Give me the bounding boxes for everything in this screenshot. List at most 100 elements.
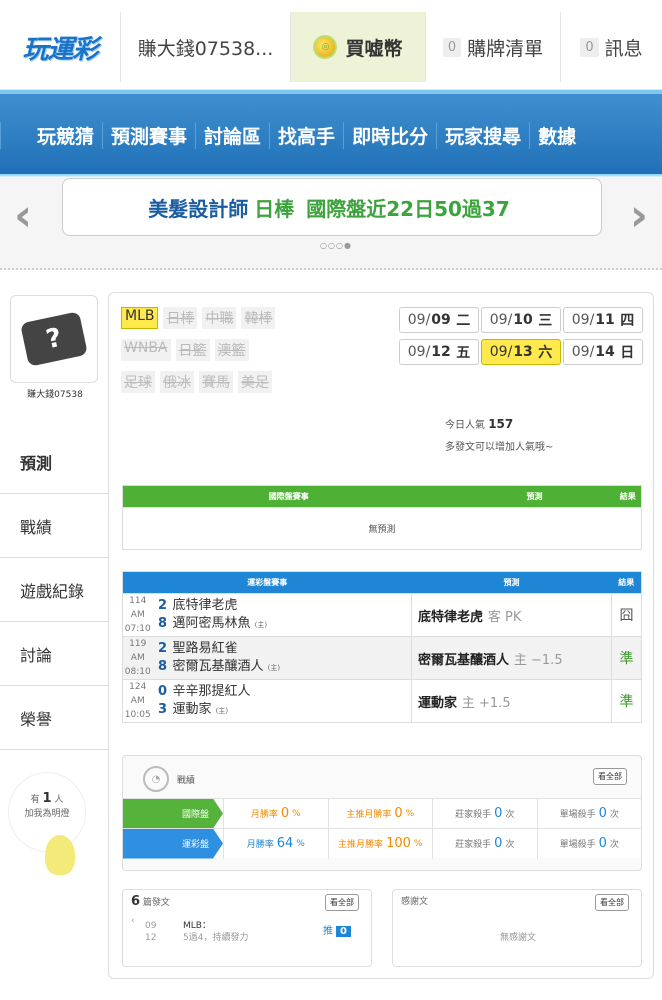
tag-wnba[interactable]: WNBA [121,339,171,361]
thanks-empty: 無感謝文 [499,933,536,943]
stat-unit: 次 [609,840,619,850]
tag-horse[interactable]: 賽馬 [199,371,233,393]
tag-khl[interactable]: 俄冰 [160,371,194,393]
nav-item-data[interactable]: 數據 [529,122,584,149]
tag-cpbl[interactable]: 中職 [202,307,237,329]
posts-view-all-button[interactable]: 看全部 [325,894,359,911]
sidebar-item-discuss[interactable]: 討論 [0,622,110,686]
unknown-avatar-icon: ? [20,311,88,367]
next-arrow-icon[interactable]: › [630,190,648,241]
date-prefix: 09/ [571,344,595,360]
date-item[interactable]: 09/09 二 [399,307,479,333]
date-item[interactable]: 09/12 五 [399,339,479,365]
table-row[interactable]: 124 AM 10:05 03 辛辛那提紅人 運動家 (主) 運動家 主 +1.5 … [122,679,642,723]
sidebar-item-honor[interactable]: 榮譽 [0,686,110,750]
post-day: 12 [145,933,157,943]
pop-value: 157 [488,417,514,431]
nav-item-livescore[interactable]: 即時比分 [343,122,436,149]
tag-soccer[interactable]: 足球 [121,371,155,393]
date-weekday: 日 [620,345,635,361]
nav-item-predict[interactable]: 預測賽事 [102,122,195,149]
banner-item[interactable]: 美髮設計師 日棒 國際盤近22日50過37 [62,178,602,236]
date-day: 10 [513,312,533,328]
stat-unit: 次 [505,810,515,820]
post-count: 6 [131,894,141,909]
game-no: 124 [129,682,147,692]
avatar[interactable]: ? [10,295,98,383]
pick: 密爾瓦基釀酒人 [418,652,510,668]
cart-button[interactable]: 0 購牌清單 [425,12,560,82]
score: 8 [157,659,168,674]
post-item[interactable]: MLB： 5過4，持續發力 [183,920,248,944]
pick-detail: 客 PK [487,609,522,625]
logo[interactable]: 玩運彩 [0,12,120,82]
stats-row-label: 國際盤 [123,798,223,829]
thanks-view-all-button[interactable]: 看全部 [595,894,629,911]
stat-name: 月勝率 [246,840,274,850]
intl-prediction-table: 國際盤賽事 預測 結果 無預測 [122,485,642,550]
game-time: AM 10:05 [124,696,151,720]
banner-carousel: ‹ 美髮設計師 日棒 國際盤近22日50過37 ○○○● › [0,178,662,270]
stat-unit: % [292,808,301,819]
user-menu[interactable]: 賺大錢07538... [120,12,290,82]
pick: 底特律老虎 [418,609,484,625]
game-no: 119 [129,639,147,649]
like-pre: 有 [30,795,40,805]
stats-row-intl: 國際盤 月勝率 0% 主推月勝率 0% 莊家殺手 0 次 單場殺手 0 次 [123,798,641,829]
date-item[interactable]: 09/14 日 [563,339,643,365]
tag-npb[interactable]: 日棒 [163,307,198,329]
league-tags: MLB 日棒 中職 韓棒 WNBA 日籃 澳籃 足球 俄冰 賽馬 美足 [121,307,321,403]
game-no: 114 [129,596,147,606]
date-day: 14 [595,344,615,360]
date-item-selected[interactable]: 09/13 六 [481,339,561,365]
date-day: 12 [431,344,451,360]
nav-item-forum[interactable]: 討論區 [195,122,269,149]
stats-title: 戰績 [177,775,196,786]
sidebar-item-history[interactable]: 遊戲紀錄 [0,558,110,622]
prev-post-icon[interactable]: ‹ [131,916,135,926]
date-prefix: 09/ [489,312,513,328]
sidebar-item-predict[interactable]: 預測 [0,430,110,494]
nav-item-search[interactable]: 玩家搜尋 [436,122,529,149]
score: 2 [157,598,168,613]
stat-name: 莊家殺手 [455,840,492,850]
carousel-dots[interactable]: ○○○● [320,241,352,250]
home-mark: (主) [267,663,281,672]
like-button[interactable]: 有 1 人 加我為明燈 [8,772,86,852]
stat-value: 0 [494,806,503,821]
tag-mlb[interactable]: MLB [121,307,159,329]
date-item[interactable]: 09/10 三 [481,307,561,333]
pop-label: 今日人氣 [445,420,485,431]
buy-coin-button[interactable]: ◎ 買嘘幣 [290,12,425,82]
tag-kbo[interactable]: 韓棒 [241,307,276,329]
stat-value: 100 [386,836,411,851]
stats-view-all-button[interactable]: 看全部 [593,768,627,785]
stat-value: 64 [276,836,294,851]
tag-jbl[interactable]: 日籃 [175,339,210,361]
push-count: 0 [336,926,351,937]
messages-button[interactable]: 0 訊息 [560,12,662,82]
stats-panel: ◔ 戰績 看全部 國際盤 月勝率 0% 主推月勝率 0% 莊家殺手 0 次 單場殺手 0 次 … [122,755,642,871]
buy-label: 買嘘幣 [345,37,403,60]
prev-arrow-icon[interactable]: ‹ [14,190,32,241]
result-badge: 準 [611,636,642,680]
main-nav: 玩競猜 預測賽事 討論區 找高手 即時比分 玩家搜尋 數據 [0,90,662,178]
tag-nbl[interactable]: 澳籃 [214,339,249,361]
table-row[interactable]: 114 AM 07:10 28 底特律老虎 邁阿密馬林魚 (主) 底特律老虎 客 P… [122,593,642,637]
nav-item-guess[interactable]: 玩競猜 [0,122,102,149]
stat-unit: 次 [505,840,515,850]
pop-sub: 多發文可以增加人氣哦~ [445,442,554,453]
team-away: 底特律老虎 [172,597,238,613]
date-weekday: 五 [456,345,471,361]
sidebar-item-record[interactable]: 戰績 [0,494,110,558]
post-month: 09 [145,921,157,931]
nav-item-experts[interactable]: 找高手 [269,122,343,149]
main-panel: MLB 日棒 中職 韓棒 WNBA 日籃 澳籃 足球 俄冰 賽馬 美足 09/0… [108,292,654,979]
table-row[interactable]: 119 AM 08:10 28 聖路易紅雀 密爾瓦基釀酒人 (主) 密爾瓦基釀酒人 … [122,636,642,680]
push-button[interactable]: 推0 [323,922,351,937]
post-title: MLB： [183,921,211,931]
date-item[interactable]: 09/11 四 [563,307,643,333]
banner-text-a: 美髮設計師 [148,196,249,221]
post-desc: 5過4，持續發力 [183,933,249,943]
tag-nfl[interactable]: 美足 [238,371,272,393]
